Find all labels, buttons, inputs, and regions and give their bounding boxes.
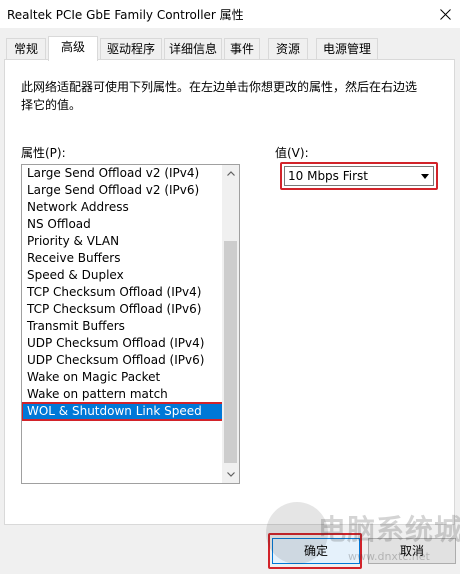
window-title: Realtek PCIe GbE Family Controller 属性 bbox=[7, 8, 244, 22]
close-icon bbox=[439, 8, 451, 20]
tab-label: 高级 bbox=[60, 40, 85, 54]
tab-label: 详细信息 bbox=[168, 42, 217, 56]
tab-driver[interactable]: 驱动程序 bbox=[100, 38, 162, 60]
dropdown-arrow-icon bbox=[421, 173, 429, 179]
property-listbox[interactable]: Large Send Offload v2 (IPv4) Large Send O… bbox=[21, 164, 240, 484]
property-list-item[interactable]: TCP Checksum Offload (IPv6) bbox=[22, 301, 223, 318]
tab-label: 事件 bbox=[229, 42, 254, 56]
scrollbar[interactable] bbox=[222, 165, 239, 483]
scroll-up-button[interactable] bbox=[222, 165, 239, 182]
property-list-item[interactable]: Speed & Duplex bbox=[22, 267, 223, 284]
chevron-down-icon bbox=[226, 472, 235, 477]
tab-label: 驱动程序 bbox=[106, 42, 155, 56]
advanced-panel: 此网络适配器可使用下列属性。在左边单击你想更改的属性，然后在右边选择它的值。 属… bbox=[4, 59, 455, 525]
tab-power-management[interactable]: 电源管理 bbox=[316, 38, 378, 60]
property-list-item[interactable]: TCP Checksum Offload (IPv4) bbox=[22, 284, 223, 301]
tab-events[interactable]: 事件 bbox=[224, 38, 260, 60]
property-list-item[interactable]: Priority & VLAN bbox=[22, 233, 223, 250]
property-list-item[interactable]: Wake on Magic Packet bbox=[22, 369, 223, 386]
tab-advanced[interactable]: 高级 bbox=[48, 36, 98, 61]
value-highlight: 10 Mbps First bbox=[280, 162, 438, 190]
tab-label: 常规 bbox=[13, 42, 38, 56]
dropdown-arrow[interactable] bbox=[417, 167, 433, 185]
tab-general[interactable]: 常规 bbox=[6, 38, 46, 60]
scroll-thumb[interactable] bbox=[224, 241, 237, 463]
property-list-item[interactable]: NS Offload bbox=[22, 216, 223, 233]
property-list-item[interactable]: UDP Checksum Offload (IPv6) bbox=[22, 352, 223, 369]
property-list-item[interactable]: Transmit Buffers bbox=[22, 318, 223, 335]
property-list-item[interactable]: Large Send Offload v2 (IPv6) bbox=[22, 182, 223, 199]
cancel-button[interactable]: 取消 bbox=[368, 538, 456, 564]
close-button[interactable] bbox=[430, 0, 460, 28]
property-list-item[interactable]: Large Send Offload v2 (IPv4) bbox=[22, 165, 223, 182]
description-text: 此网络适配器可使用下列属性。在左边单击你想更改的属性，然后在右边选择它的值。 bbox=[21, 80, 418, 112]
value-label: 值(V): bbox=[275, 146, 309, 160]
ok-button[interactable]: 确定 bbox=[272, 538, 360, 564]
value-dropdown[interactable]: 10 Mbps First bbox=[284, 166, 434, 186]
title-bar: Realtek PCIe GbE Family Controller 属性 bbox=[0, 0, 460, 28]
tab-details[interactable]: 详细信息 bbox=[164, 38, 222, 60]
property-list-item[interactable]: UDP Checksum Offload (IPv4) bbox=[22, 335, 223, 352]
property-list: Large Send Offload v2 (IPv4) Large Send O… bbox=[22, 165, 224, 421]
property-label: 属性(P): bbox=[21, 146, 66, 160]
property-list-item[interactable]: Wake on pattern match bbox=[22, 386, 223, 403]
tab-strip: 常规 高级 驱动程序 详细信息 事件 资源 电源管理 bbox=[4, 36, 456, 61]
value-dropdown-selected: 10 Mbps First bbox=[288, 169, 368, 183]
ok-highlight: 确定 bbox=[268, 533, 362, 569]
tab-label: 资源 bbox=[275, 42, 300, 56]
property-list-item[interactable]: WOL & Shutdown Link Speed bbox=[22, 402, 224, 421]
chevron-up-icon bbox=[226, 171, 235, 176]
property-list-item[interactable]: Network Address bbox=[22, 199, 223, 216]
scroll-down-button[interactable] bbox=[222, 466, 239, 483]
tab-resources[interactable]: 资源 bbox=[268, 38, 308, 60]
property-list-item[interactable]: Receive Buffers bbox=[22, 250, 223, 267]
tab-label: 电源管理 bbox=[322, 42, 371, 56]
